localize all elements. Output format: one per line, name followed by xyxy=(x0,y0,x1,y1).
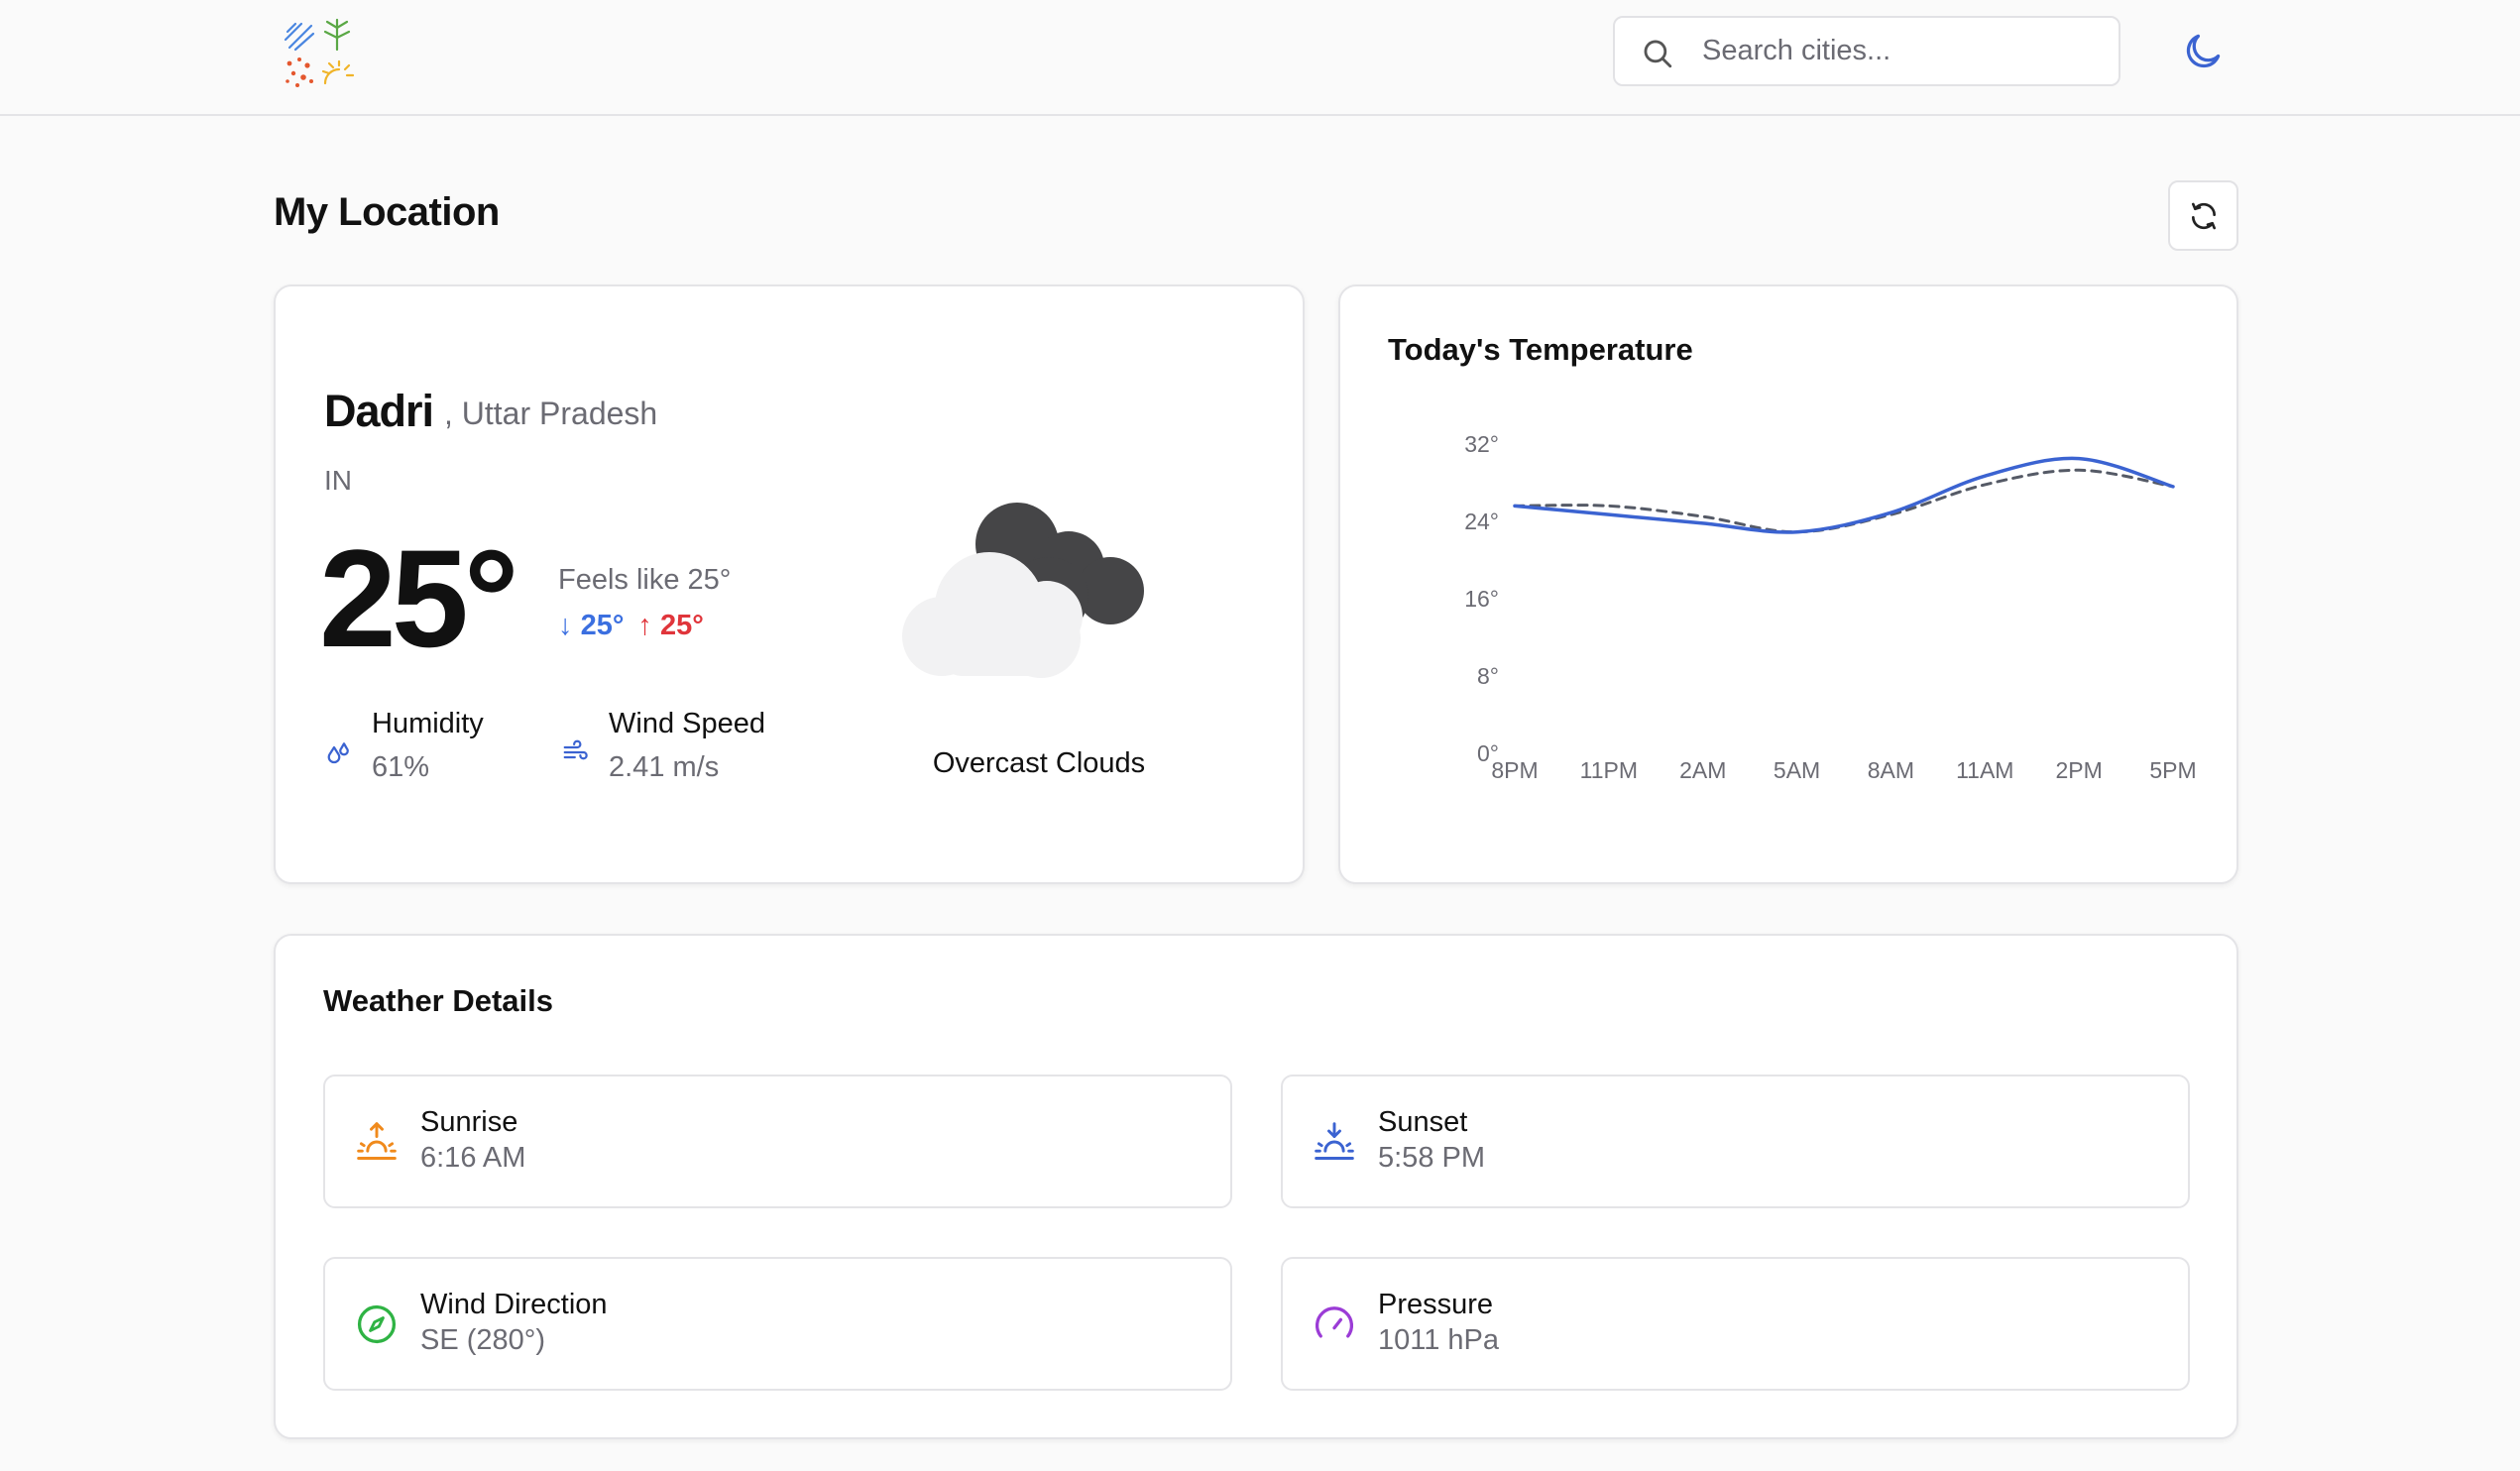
sunrise-tile: Sunrise 6:16 AM xyxy=(323,1075,1232,1208)
x-tick-label: 5AM xyxy=(1774,757,1820,783)
sunset-label: Sunset xyxy=(1378,1106,1468,1138)
x-tick-label: 2AM xyxy=(1679,757,1726,783)
app-logo[interactable] xyxy=(282,18,357,89)
humidity-label: Humidity xyxy=(372,708,484,739)
y-tick-label: 32° xyxy=(1464,431,1499,457)
wind-icon xyxy=(563,739,588,760)
page-title: My Location xyxy=(274,190,500,234)
x-tick-label: 8AM xyxy=(1868,757,1914,783)
x-tick-label: 2PM xyxy=(2055,757,2102,783)
y-tick-label: 24° xyxy=(1464,509,1499,534)
weather-details-card: Weather Details Sunrise 6:16 AM Sunset 5… xyxy=(274,934,2238,1439)
refresh-button[interactable] xyxy=(2168,180,2238,251)
max-temp: ↑ 25° xyxy=(637,610,704,641)
wind-direction-tile: Wind Direction SE (280°) xyxy=(323,1257,1232,1391)
temperature-chart-card: Today's Temperature 0° 8° 16° 24° 32° 8PM 11PM… xyxy=(1338,284,2238,884)
y-tick-label: 16° xyxy=(1464,586,1499,612)
x-tick-label: 5PM xyxy=(2149,757,2196,783)
sunrise-icon xyxy=(357,1122,397,1160)
current-temperature: 25° xyxy=(319,520,519,676)
pressure-tile: Pressure 1011 hPa xyxy=(1281,1257,2190,1391)
search-icon xyxy=(1644,40,1672,68)
feels-like: Feels like 25° xyxy=(558,564,732,596)
humidity-value: 61% xyxy=(372,751,430,783)
arrow-down-icon: ↓ xyxy=(558,610,581,641)
current-weather-card: Dadri , Uttar Pradesh IN 25° Feels like … xyxy=(274,284,1305,884)
pressure-label: Pressure xyxy=(1378,1289,1494,1320)
x-tick-label: 11PM xyxy=(1580,757,1638,783)
wind-speed-label: Wind Speed xyxy=(609,708,765,739)
x-tick-label: 11AM xyxy=(1956,757,2013,783)
dark-mode-toggle-moon-icon[interactable] xyxy=(2181,30,2225,73)
compass-icon xyxy=(357,1304,397,1344)
wind-direction-label: Wind Direction xyxy=(420,1289,608,1320)
temperature-line xyxy=(1513,456,2175,534)
city-name: Dadri xyxy=(324,386,434,436)
refresh-icon xyxy=(2191,202,2216,229)
x-tick-label: 8PM xyxy=(1491,757,1538,783)
country-code: IN xyxy=(324,465,352,496)
pressure-value: 1011 hPa xyxy=(1378,1324,1500,1356)
top-bar xyxy=(0,0,2520,116)
search-input[interactable] xyxy=(1702,18,2099,84)
sunset-value: 5:58 PM xyxy=(1378,1142,1485,1174)
wind-direction-value: SE (280°) xyxy=(420,1324,546,1356)
min-max-temperature: ↓ 25° ↑ 25° xyxy=(558,610,704,642)
droplets-icon xyxy=(327,742,349,764)
search-box[interactable] xyxy=(1613,16,2120,86)
temperature-line-chart: 0°8°16°24°32°8PM 11PM 2AM 5AM 8AM 11AM 2PM 5PM xyxy=(1464,431,2196,783)
weather-condition: Overcast Clouds xyxy=(932,747,1146,779)
min-temp: ↓ 25° xyxy=(558,610,625,641)
overcast-clouds-icon xyxy=(902,503,1144,678)
gauge-icon xyxy=(1315,1306,1354,1338)
sunrise-label: Sunrise xyxy=(420,1106,518,1138)
sunrise-value: 6:16 AM xyxy=(420,1142,526,1174)
feels-like-line xyxy=(1513,468,2175,534)
details-title: Weather Details xyxy=(323,983,554,1018)
sunset-tile: Sunset 5:58 PM xyxy=(1281,1075,2190,1208)
y-tick-label: 8° xyxy=(1477,663,1499,689)
region-name: , Uttar Pradesh xyxy=(444,396,658,431)
wind-speed-value: 2.41 m/s xyxy=(609,751,720,783)
arrow-up-icon: ↑ xyxy=(637,610,660,641)
sunset-icon xyxy=(1315,1122,1354,1160)
